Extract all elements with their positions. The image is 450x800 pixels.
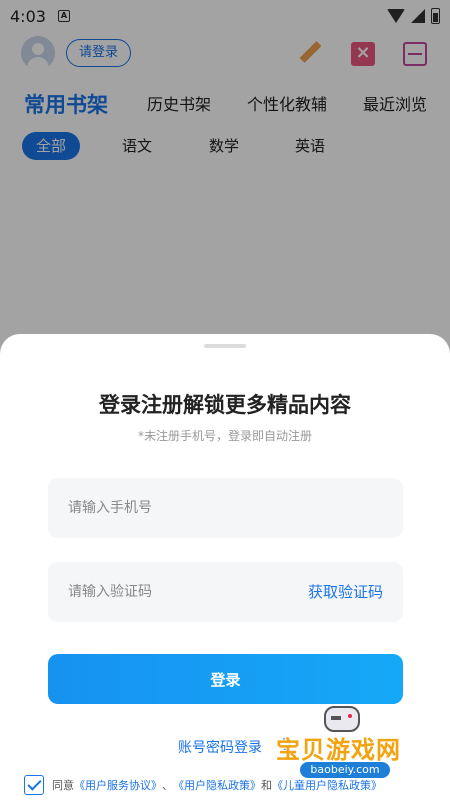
watermark-domain: baobeiy.com — [300, 762, 390, 778]
gamepad-icon — [324, 706, 360, 732]
password-login-link[interactable]: 账号密码登录 — [178, 737, 262, 757]
watermark-logo: 宝贝游戏网 baobeiy.com — [276, 700, 450, 790]
agreement-conjunction: 和 — [261, 779, 272, 792]
login-button[interactable]: 登录 — [48, 654, 403, 704]
code-field: 获取验证码 — [48, 562, 403, 622]
sheet-title: 登录注册解锁更多精品内容 — [99, 393, 351, 417]
privacy-policy-link[interactable]: 《用户隐私政策》 — [173, 777, 261, 793]
agree-checkbox[interactable] — [24, 775, 44, 795]
service-agreement-link[interactable]: 《用户服务协议》 — [74, 777, 162, 793]
agree-prefix: 同意 — [52, 779, 74, 792]
get-code-button[interactable]: 获取验证码 — [308, 562, 383, 622]
phone-field — [48, 478, 403, 538]
agreement-separator: 、 — [162, 779, 173, 792]
phone-input[interactable] — [48, 478, 288, 538]
sheet-drag-handle[interactable] — [204, 344, 246, 348]
verification-code-input[interactable] — [48, 562, 288, 622]
watermark-name: 宝贝游戏网 — [276, 736, 401, 764]
sheet-subtitle: *未注册手机号，登录即自动注册 — [137, 429, 312, 443]
